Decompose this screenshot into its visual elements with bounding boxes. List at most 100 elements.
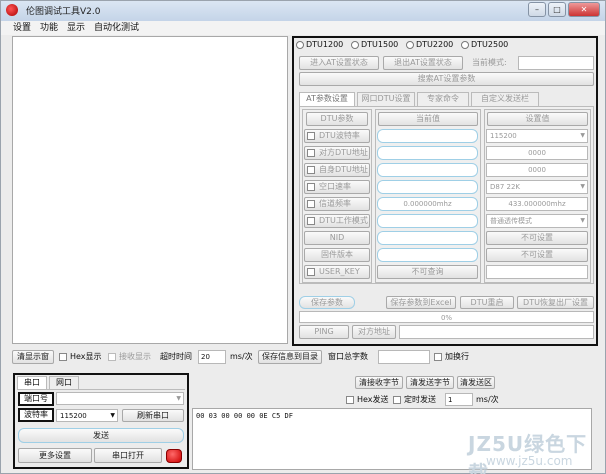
tab-serial[interactable]: 串口	[17, 376, 47, 389]
current-value	[377, 231, 478, 245]
tab-divider	[17, 389, 185, 390]
newline-label: 加换行	[445, 352, 469, 361]
tab-expert-cmd[interactable]: 专家命令	[417, 92, 469, 106]
clear-display-button[interactable]: 清显示窗	[12, 350, 54, 364]
current-header: 当前值	[378, 112, 478, 126]
param-label-firmware[interactable]: 固件版本	[304, 248, 370, 262]
peer-address-input[interactable]	[399, 325, 594, 339]
param-checkbox[interactable]	[307, 268, 315, 276]
set-dropdown[interactable]: D87 22K ▼	[486, 180, 588, 194]
set-value-field[interactable]: 0000	[486, 146, 588, 160]
pause-display-label: 接收显示	[119, 352, 151, 361]
save-excel-button[interactable]: 保存参数到Excel	[386, 296, 456, 309]
hex-send-label: Hex发送	[357, 395, 389, 404]
app-icon	[6, 4, 18, 16]
more-settings-button[interactable]: 更多设置	[18, 448, 92, 463]
hex-display-checkbox[interactable]	[59, 353, 67, 361]
tab-custom-send[interactable]: 自定义发送栏	[471, 92, 539, 106]
watermark-url: www.jz5u.com	[486, 454, 573, 468]
minimize-button[interactable]: –	[528, 2, 546, 17]
exit-at-button[interactable]: 退出AT设置状态	[383, 56, 463, 70]
save-params-button[interactable]: 保存参数	[299, 296, 355, 309]
dtu-restart-button[interactable]: DTU重启	[460, 296, 514, 309]
chevron-down-icon: ▼	[110, 412, 115, 419]
chevron-down-icon: ▼	[580, 132, 585, 139]
baud-value: 115200	[60, 412, 87, 420]
tab-net[interactable]: 网口	[49, 376, 79, 389]
set-value-button[interactable]: 不可设置	[486, 231, 588, 245]
param-checkbox[interactable]	[307, 183, 315, 191]
current-value	[377, 163, 478, 177]
timed-send-label: 定时发送	[404, 395, 436, 404]
radio-dtu2500-label: DTU2500	[471, 40, 509, 49]
chevron-down-icon: ▼	[580, 217, 585, 224]
pause-display-checkbox[interactable]	[108, 353, 116, 361]
param-checkbox[interactable]	[307, 132, 315, 140]
send-button[interactable]: 发送	[18, 428, 184, 443]
ping-button[interactable]: PING	[299, 325, 349, 339]
serial-status-indicator-icon[interactable]	[166, 449, 182, 463]
close-button[interactable]: ✕	[568, 2, 600, 17]
search-at-button[interactable]: 搜索AT设置参数	[299, 72, 594, 86]
clear-send-bytes-button[interactable]: 清发送字节	[406, 376, 454, 389]
maximize-button[interactable]: □	[548, 2, 566, 17]
clear-send-area-button[interactable]: 清发送区	[457, 376, 495, 389]
radio-dtu2200-label: DTU2200	[416, 40, 454, 49]
set-value-field[interactable]	[486, 265, 588, 279]
set-value: 115200	[490, 132, 517, 140]
radio-dtu2500[interactable]	[461, 41, 469, 49]
factory-reset-button[interactable]: DTU恢复出厂设置	[517, 296, 594, 309]
enter-at-button[interactable]: 进入AT设置状态	[299, 56, 379, 70]
menu-functions[interactable]: 功能	[40, 21, 58, 35]
chevron-down-icon: ▼	[580, 183, 585, 190]
current-mode-label: 当前模式:	[472, 58, 507, 67]
receive-text-area[interactable]	[12, 36, 288, 344]
interval-input[interactable]: 1	[445, 393, 473, 406]
set-header: 设置值	[487, 112, 588, 126]
current-value	[377, 180, 478, 194]
set-dropdown[interactable]: 115200 ▼	[486, 129, 588, 143]
newline-checkbox[interactable]	[434, 353, 442, 361]
current-value-button[interactable]: 不可查询	[377, 265, 478, 279]
current-value	[377, 214, 478, 228]
param-checkbox[interactable]	[307, 149, 315, 157]
port-dropdown[interactable]: ▼	[56, 392, 184, 405]
set-value: D87 22K	[490, 183, 521, 191]
tab-at-params[interactable]: AT参数设置	[299, 92, 355, 106]
param-checkbox[interactable]	[307, 166, 315, 174]
interval-unit: ms/次	[476, 395, 499, 404]
menu-bar: 设置 功能 显示 自动化测试	[1, 21, 605, 35]
param-checkbox[interactable]	[307, 217, 315, 225]
port-label: 端口号	[18, 392, 54, 406]
menu-settings[interactable]: 设置	[13, 21, 31, 35]
menu-automation-test[interactable]: 自动化测试	[94, 21, 139, 35]
radio-dtu2200[interactable]	[406, 41, 414, 49]
peer-address-label: 对方地址	[352, 325, 396, 339]
param-label-nid[interactable]: NID	[304, 231, 370, 245]
param-checkbox[interactable]	[307, 200, 315, 208]
radio-dtu1500[interactable]	[351, 41, 359, 49]
progress-bar: 0%	[299, 311, 594, 323]
set-value-field[interactable]: 0000	[486, 163, 588, 177]
open-serial-button[interactable]: 串口打开	[94, 448, 162, 463]
current-mode-field	[518, 56, 594, 70]
baud-dropdown[interactable]: 115200 ▼	[56, 409, 118, 422]
save-dir-button[interactable]: 保存信息到目录	[258, 350, 322, 364]
current-value	[377, 146, 478, 160]
timeout-input[interactable]: 20	[198, 350, 226, 364]
refresh-serial-button[interactable]: 刷新串口	[122, 409, 184, 422]
set-dropdown[interactable]: 普通透传模式 ▼	[486, 214, 588, 228]
window-title: 伦图调试工具V2.0	[26, 7, 101, 17]
menu-display[interactable]: 显示	[67, 21, 85, 35]
hex-send-checkbox[interactable]	[346, 396, 354, 404]
window-total-label: 窗口总字数	[328, 352, 368, 361]
set-value-button[interactable]: 不可设置	[486, 248, 588, 262]
radio-dtu1200[interactable]	[296, 41, 304, 49]
current-value: 0.000000mhz	[377, 197, 478, 211]
timed-send-checkbox[interactable]	[393, 396, 401, 404]
clear-recv-bytes-button[interactable]: 清接收字节	[355, 376, 403, 389]
tab-net-dtu[interactable]: 网口DTU设置	[357, 92, 415, 106]
timeout-unit: ms/次	[230, 352, 253, 361]
hex-display-label: Hex显示	[70, 352, 102, 361]
set-value-field[interactable]: 433.000000mhz	[486, 197, 588, 211]
